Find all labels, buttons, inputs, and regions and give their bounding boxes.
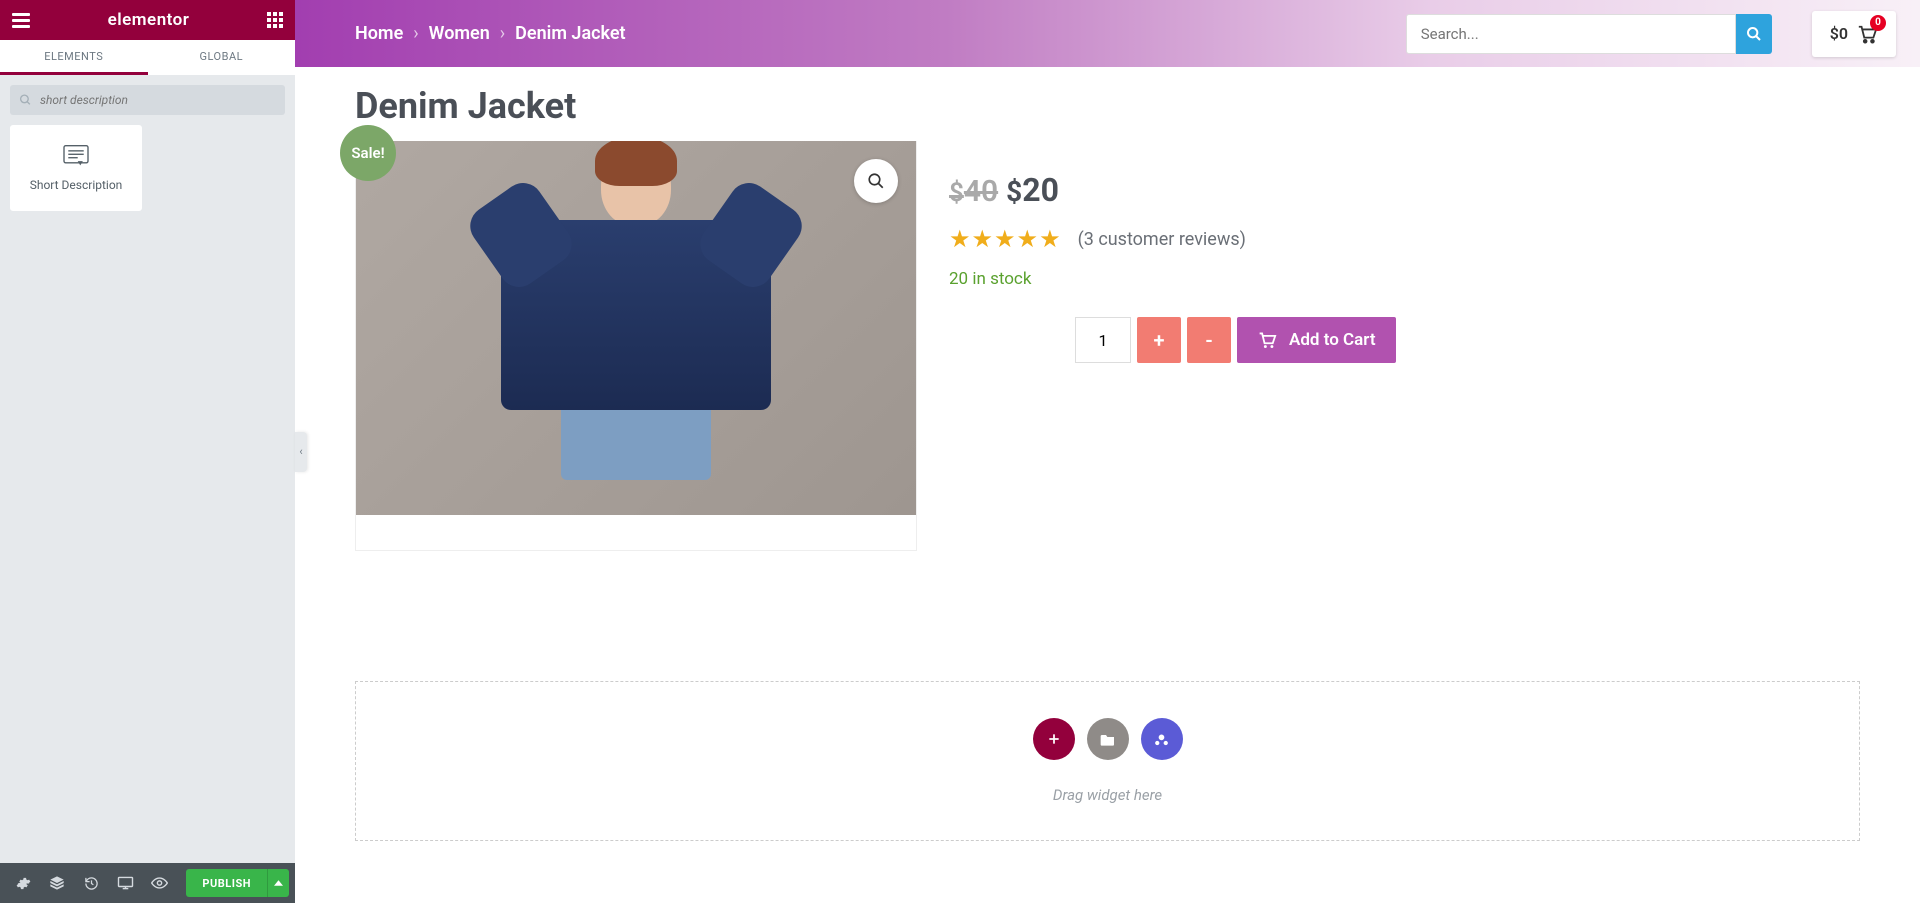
search-icon [19, 94, 32, 107]
quantity-minus-button[interactable]: - [1187, 317, 1231, 363]
search-input[interactable] [1406, 14, 1736, 54]
quantity-plus-button[interactable]: + [1137, 317, 1181, 363]
breadcrumb-home[interactable]: Home [355, 23, 403, 44]
widget-short-description[interactable]: Short Description [10, 125, 142, 211]
tab-elements[interactable]: ELEMENTS [0, 40, 148, 75]
tab-global[interactable]: GLOBAL [148, 40, 296, 75]
breadcrumb-women[interactable]: Women [429, 23, 490, 44]
reviews-link[interactable]: (3 customer reviews) [1078, 229, 1246, 250]
stock-status: 20 in stock [949, 269, 1860, 289]
elementor-logo: elementor [108, 10, 190, 30]
cart-total: $0 [1830, 24, 1848, 43]
add-to-cart-button[interactable]: Add to Cart [1237, 317, 1396, 363]
widget-list: Short Description [0, 125, 295, 211]
widget-search [10, 85, 285, 115]
buy-row: + - Add to Cart [1075, 317, 1860, 363]
chevron-right-icon: › [413, 23, 418, 44]
navigator-icon[interactable] [40, 875, 74, 891]
publish-options-button[interactable] [267, 869, 289, 897]
drop-zone[interactable]: Drag widget here [355, 681, 1860, 841]
site-topbar: Home › Women › Denim Jacket $0 0 [295, 0, 1920, 67]
elementor-bottom-bar: PUBLISH [0, 863, 295, 903]
add-to-cart-label: Add to Cart [1289, 330, 1376, 350]
cart-icon [1257, 331, 1277, 349]
history-icon[interactable] [74, 876, 108, 891]
site-search [1406, 13, 1772, 55]
rating-row: ★★★★★ (3 customer reviews) [949, 225, 1860, 253]
responsive-icon[interactable] [108, 876, 142, 890]
settings-icon[interactable] [6, 876, 40, 891]
star-rating: ★★★★★ [949, 225, 1062, 253]
publish-group: PUBLISH [186, 869, 289, 897]
product-area: Denim Jacket Sale! [295, 67, 1920, 591]
drop-actions [1033, 718, 1183, 760]
short-description-icon [62, 144, 90, 168]
global-widget-button[interactable] [1141, 718, 1183, 760]
elementor-sidebar: elementor ELEMENTS GLOBAL Short Descript… [0, 0, 295, 903]
price-row: $40 $20 [949, 171, 1860, 209]
search-button[interactable] [1736, 14, 1772, 54]
template-library-button[interactable] [1087, 718, 1129, 760]
apps-icon[interactable] [267, 12, 283, 28]
product-title: Denim Jacket [355, 85, 1860, 127]
publish-button[interactable]: PUBLISH [186, 869, 267, 897]
quantity-input[interactable] [1075, 317, 1131, 363]
panel-tabs: ELEMENTS GLOBAL [0, 40, 295, 75]
new-price: $20 [1006, 171, 1059, 209]
zoom-icon[interactable] [854, 159, 898, 203]
breadcrumb-current: Denim Jacket [515, 23, 625, 44]
product-image-container: Sale! [355, 141, 917, 551]
elementor-header: elementor [0, 0, 295, 40]
cart-button[interactable]: $0 0 [1812, 11, 1896, 57]
sale-badge: Sale! [340, 125, 396, 181]
product-info: $40 $20 ★★★★★ (3 customer reviews) 20 in… [949, 141, 1860, 551]
widget-label: Short Description [30, 178, 123, 192]
old-price: $40 [949, 174, 998, 209]
preview-icon[interactable] [142, 877, 176, 889]
breadcrumb: Home › Women › Denim Jacket [355, 23, 626, 44]
chevron-right-icon: › [500, 23, 505, 44]
drop-hint: Drag widget here [1053, 786, 1162, 804]
preview-pane: Home › Women › Denim Jacket $0 0 Denim J… [295, 0, 1920, 903]
menu-icon[interactable] [12, 13, 30, 28]
cart-count-badge: 0 [1870, 15, 1886, 31]
widget-search-input[interactable] [10, 85, 285, 115]
add-section-button[interactable] [1033, 718, 1075, 760]
product-image[interactable] [356, 141, 916, 515]
